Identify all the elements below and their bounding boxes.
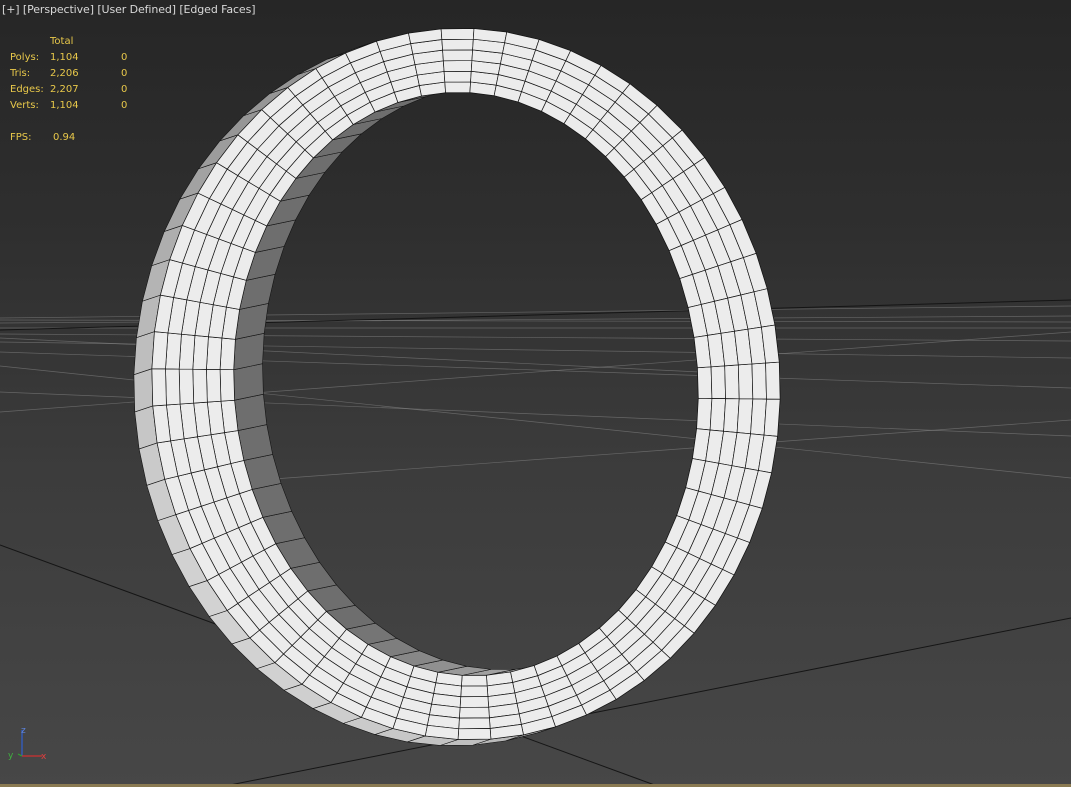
- viewport-display-menu[interactable]: [Edged Faces]: [179, 3, 255, 16]
- viewport-label-menu: [+] [Perspective] [User Defined] [Edged …: [2, 3, 256, 16]
- stats-row-polys: Polys: 1,104 0: [10, 50, 140, 66]
- stats-row-fps: FPS: 0.94: [10, 130, 140, 146]
- stats-label: Edges:: [10, 84, 44, 95]
- stats-row-edges: Edges: 2,207 0: [10, 82, 140, 98]
- stats-selected: 0: [121, 68, 128, 79]
- mesh-face-quad: [763, 398, 781, 437]
- scene-canvas[interactable]: [0, 0, 1071, 787]
- mesh-inner-quad: [233, 363, 264, 401]
- mesh-face-quad: [736, 398, 754, 435]
- mesh-face-quad: [457, 728, 492, 740]
- stats-selected: 0: [121, 100, 128, 111]
- mesh-face-quad: [724, 364, 740, 400]
- mesh-face-quad: [192, 368, 208, 404]
- mesh-face-quad: [710, 365, 726, 399]
- mesh-face-quad: [442, 49, 473, 62]
- stats-row-tris: Tris: 2,206 0: [10, 66, 140, 82]
- perspective-viewport[interactable]: [+] [Perspective] [User Defined] [Edged …: [0, 0, 1071, 787]
- mesh-inner-quad: [237, 424, 274, 461]
- mesh-face-quad: [444, 81, 471, 94]
- axis-y-label: y: [8, 751, 14, 761]
- stats-label: Verts:: [10, 100, 39, 111]
- stats-total: 2,207: [50, 84, 79, 95]
- mesh-face-quad: [178, 368, 195, 405]
- mesh-face-quad: [697, 366, 713, 399]
- mesh-face-quad: [192, 335, 209, 370]
- grid-line: [259, 419, 1071, 481]
- viewport-shading-menu[interactable]: [User Defined]: [97, 3, 176, 16]
- stats-total: 1,104: [50, 100, 79, 111]
- fps-label: FPS:: [10, 132, 32, 143]
- mesh-face-quad: [737, 363, 754, 400]
- stats-total-header: Total: [50, 36, 74, 47]
- axis-x-label: x: [41, 752, 47, 762]
- mesh-face-quad: [696, 397, 713, 431]
- mesh-face-quad: [165, 368, 181, 406]
- mesh-face-quad: [459, 696, 490, 708]
- mesh-face-quad: [459, 706, 490, 719]
- fps-value: 0.94: [53, 132, 76, 143]
- mesh-face-quad: [460, 685, 489, 698]
- mesh-face-quad: [443, 70, 472, 83]
- torus-mesh[interactable]: [133, 28, 781, 746]
- mesh-face-quad: [442, 60, 473, 72]
- mesh-face-quad: [461, 674, 488, 687]
- mesh-face-quad: [458, 717, 491, 730]
- viewport-general-menu[interactable]: [+]: [2, 3, 20, 16]
- stats-total: 1,104: [50, 52, 79, 63]
- stats-selected: 0: [121, 84, 128, 95]
- mesh-face-quad: [178, 333, 196, 370]
- mesh-side-quad: [133, 368, 154, 413]
- stats-total: 2,206: [50, 68, 79, 79]
- statistics-overlay: Total Polys: 1,104 0 Tris: 2,206 0 Edges…: [10, 34, 140, 146]
- grid-line: [0, 337, 701, 373]
- mesh-face-quad: [219, 337, 236, 371]
- mesh-face-quad: [709, 398, 726, 432]
- axis-z-label: z: [21, 726, 26, 736]
- mesh-inner-quad: [234, 393, 268, 431]
- viewport-pov-menu[interactable]: [Perspective]: [23, 3, 94, 16]
- mesh-face-quad: [440, 28, 475, 40]
- mesh-face-quad: [723, 398, 740, 433]
- axis-tripod-icon: z y x: [8, 726, 47, 762]
- mesh-face-quad: [151, 331, 169, 370]
- mesh-face-quad: [219, 369, 235, 402]
- mesh-side-quad: [133, 331, 155, 376]
- mesh-face-quad: [765, 361, 781, 400]
- mesh-face-quad: [441, 38, 474, 51]
- mesh-face-quad: [151, 368, 167, 407]
- mesh-face-quad: [751, 362, 767, 400]
- stats-row-verts: Verts: 1,104 0: [10, 98, 140, 114]
- stats-label: Tris:: [10, 68, 31, 79]
- mesh-face-quad: [206, 336, 223, 370]
- mesh-face-quad: [206, 369, 222, 403]
- stats-label: Polys:: [10, 52, 40, 63]
- stats-selected: 0: [121, 52, 128, 63]
